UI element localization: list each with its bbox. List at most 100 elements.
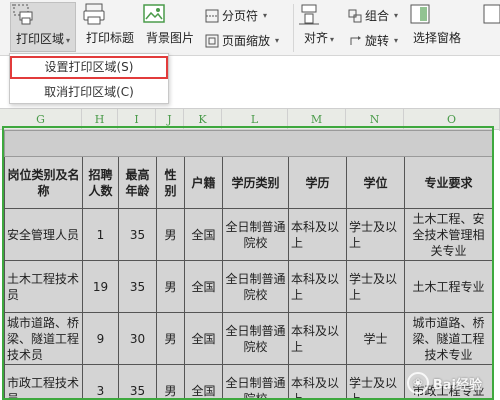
- background-image-label: 背景图片: [145, 31, 194, 45]
- image-icon: [142, 2, 198, 26]
- column-header-i[interactable]: I: [118, 109, 156, 131]
- print-area-dropdown: 设置打印区域(S) 取消打印区域(C): [9, 53, 169, 104]
- chevron-down-icon: ▾: [330, 35, 335, 44]
- table-cell[interactable]: 9: [82, 312, 119, 365]
- page-zoom-icon: [205, 34, 219, 48]
- header-cell[interactable]: 性别: [156, 156, 185, 209]
- table-cell[interactable]: 35: [118, 260, 157, 313]
- blank-row: [3, 130, 494, 157]
- table-cell[interactable]: 本科及以上: [288, 208, 347, 261]
- chevron-down-icon: ▾: [394, 36, 399, 45]
- table-cell[interactable]: 全国: [184, 208, 223, 261]
- table-cell[interactable]: 学士: [346, 312, 405, 365]
- group-icon: [348, 9, 362, 23]
- background-image-button[interactable]: 背景图片: [142, 2, 198, 52]
- table-cell[interactable]: 全国: [184, 312, 223, 365]
- group-label: 组合: [365, 9, 390, 23]
- table-cell[interactable]: 30: [118, 312, 157, 365]
- chevron-down-icon: ▾: [263, 11, 268, 20]
- table-cell[interactable]: 土木工程技术员: [4, 260, 83, 313]
- paw-logo-icon: ❀: [406, 372, 429, 394]
- table-cell[interactable]: 男: [156, 260, 185, 313]
- group-button[interactable]: 组合 ▾: [348, 7, 398, 24]
- column-header-row: G H I J K L M N O: [0, 108, 500, 131]
- table-cell[interactable]: 土木工程专业: [403, 260, 494, 313]
- header-cell[interactable]: 学历类别: [222, 156, 289, 209]
- header-cell[interactable]: 学历: [288, 156, 347, 209]
- table-cell[interactable]: 学士及以上: [346, 364, 405, 400]
- table-cell[interactable]: 安全管理人员: [4, 208, 83, 261]
- print-titles-label: 打印标题: [85, 31, 134, 45]
- table-cell[interactable]: 土木工程、安全技术管理相关专业: [403, 208, 494, 261]
- table-cell[interactable]: 全国: [184, 260, 223, 313]
- column-header-h[interactable]: H: [82, 109, 118, 131]
- table-cell[interactable]: 本科及以上: [288, 312, 347, 365]
- align-icon: [297, 2, 341, 26]
- table-row: 安全管理人员 1 35 男 全国 全日制普通院校 本科及以上 学士及以上 土木工…: [4, 208, 494, 261]
- header-cell[interactable]: 最高年龄: [118, 156, 157, 209]
- column-header-k[interactable]: K: [184, 109, 222, 131]
- table-cell[interactable]: 35: [118, 208, 157, 261]
- recruitment-table: 岗位类别及名称 招聘人数 最高年龄 性别 户籍 学历类别 学历 学位 专业要求 …: [3, 130, 494, 400]
- align-label: 对齐: [303, 31, 328, 45]
- watermark: ❀ Bai经验: [406, 372, 482, 394]
- table-cell[interactable]: 市政工程技术员: [4, 364, 83, 400]
- page-break-button[interactable]: 分页符 ▾: [205, 7, 267, 24]
- cancel-print-area-item[interactable]: 取消打印区域(C): [10, 81, 168, 104]
- set-print-area-item[interactable]: 设置打印区域(S): [10, 56, 168, 79]
- print-area-icon: [11, 3, 75, 27]
- print-area-label: 打印区域: [15, 32, 64, 46]
- table-cell[interactable]: 全日制普通院校: [222, 208, 289, 261]
- chevron-down-icon: ▾: [275, 36, 280, 45]
- column-header-j[interactable]: J: [156, 109, 184, 131]
- table-cell[interactable]: 本科及以上: [288, 260, 347, 313]
- table-cell[interactable]: 3: [82, 364, 119, 400]
- header-cell[interactable]: 专业要求: [403, 156, 494, 209]
- column-header-o[interactable]: O: [404, 109, 500, 131]
- table-row: 土木工程技术员 19 35 男 全国 全日制普通院校 本科及以上 学士及以上 土…: [4, 260, 494, 313]
- table-cell[interactable]: 全日制普通院校: [222, 312, 289, 365]
- table-cell[interactable]: 1: [82, 208, 119, 261]
- column-header-m[interactable]: M: [288, 109, 346, 131]
- table-cell[interactable]: 学士及以上: [346, 208, 405, 261]
- table-cell[interactable]: 城市道路、桥梁、隧道工程技术员: [4, 312, 83, 365]
- table-cell[interactable]: 学士及以上: [346, 260, 405, 313]
- page-zoom-label: 页面缩放: [222, 34, 271, 48]
- align-button[interactable]: 对齐 ▾: [297, 2, 341, 52]
- rotate-button[interactable]: 旋转 ▾: [348, 32, 398, 49]
- table-cell[interactable]: 男: [156, 208, 185, 261]
- header-cell[interactable]: 学位: [346, 156, 405, 209]
- table-cell[interactable]: 全日制普通院校: [222, 260, 289, 313]
- table-cell[interactable]: 35: [118, 364, 157, 400]
- selection-pane-label: 选择窗格: [412, 31, 461, 45]
- chevron-down-icon: ▾: [394, 11, 399, 20]
- column-header-l[interactable]: L: [222, 109, 288, 131]
- header-cell[interactable]: 户籍: [184, 156, 223, 209]
- more-tools-button[interactable]: [478, 2, 500, 52]
- table-cell[interactable]: 全国: [184, 364, 223, 400]
- column-header-g[interactable]: G: [0, 109, 82, 131]
- print-titles-button[interactable]: 打印标题: [82, 2, 138, 52]
- ribbon-separator: [293, 4, 294, 52]
- selection-pane-icon: [408, 2, 466, 26]
- table-cell[interactable]: 男: [156, 364, 185, 400]
- page-break-icon: [205, 9, 219, 23]
- page-zoom-button[interactable]: 页面缩放 ▾: [205, 32, 279, 49]
- watermark-text: Bai经验: [432, 377, 482, 393]
- table-cell[interactable]: 男: [156, 312, 185, 365]
- selection-pane-button[interactable]: 选择窗格: [408, 2, 466, 52]
- print-area-button[interactable]: 打印区域 ▾: [10, 2, 76, 52]
- header-cell[interactable]: 招聘人数: [82, 156, 119, 209]
- blank-cell[interactable]: [3, 130, 494, 157]
- rotate-label: 旋转: [365, 34, 390, 48]
- table-cell[interactable]: 19: [82, 260, 119, 313]
- header-cell[interactable]: 岗位类别及名称: [4, 156, 83, 209]
- table-cell[interactable]: 全日制普通院校: [222, 364, 289, 400]
- column-header-n[interactable]: N: [346, 109, 404, 131]
- table-cell[interactable]: 本科及以上: [288, 364, 347, 400]
- table-row: 城市道路、桥梁、隧道工程技术员 9 30 男 全国 全日制普通院校 本科及以上 …: [4, 312, 494, 365]
- layout-icon: [478, 2, 500, 26]
- page-break-label: 分页符: [222, 9, 259, 23]
- table-header-row: 岗位类别及名称 招聘人数 最高年龄 性别 户籍 学历类别 学历 学位 专业要求: [4, 156, 494, 209]
- table-cell[interactable]: 城市道路、桥梁、隧道工程技术专业: [403, 312, 494, 365]
